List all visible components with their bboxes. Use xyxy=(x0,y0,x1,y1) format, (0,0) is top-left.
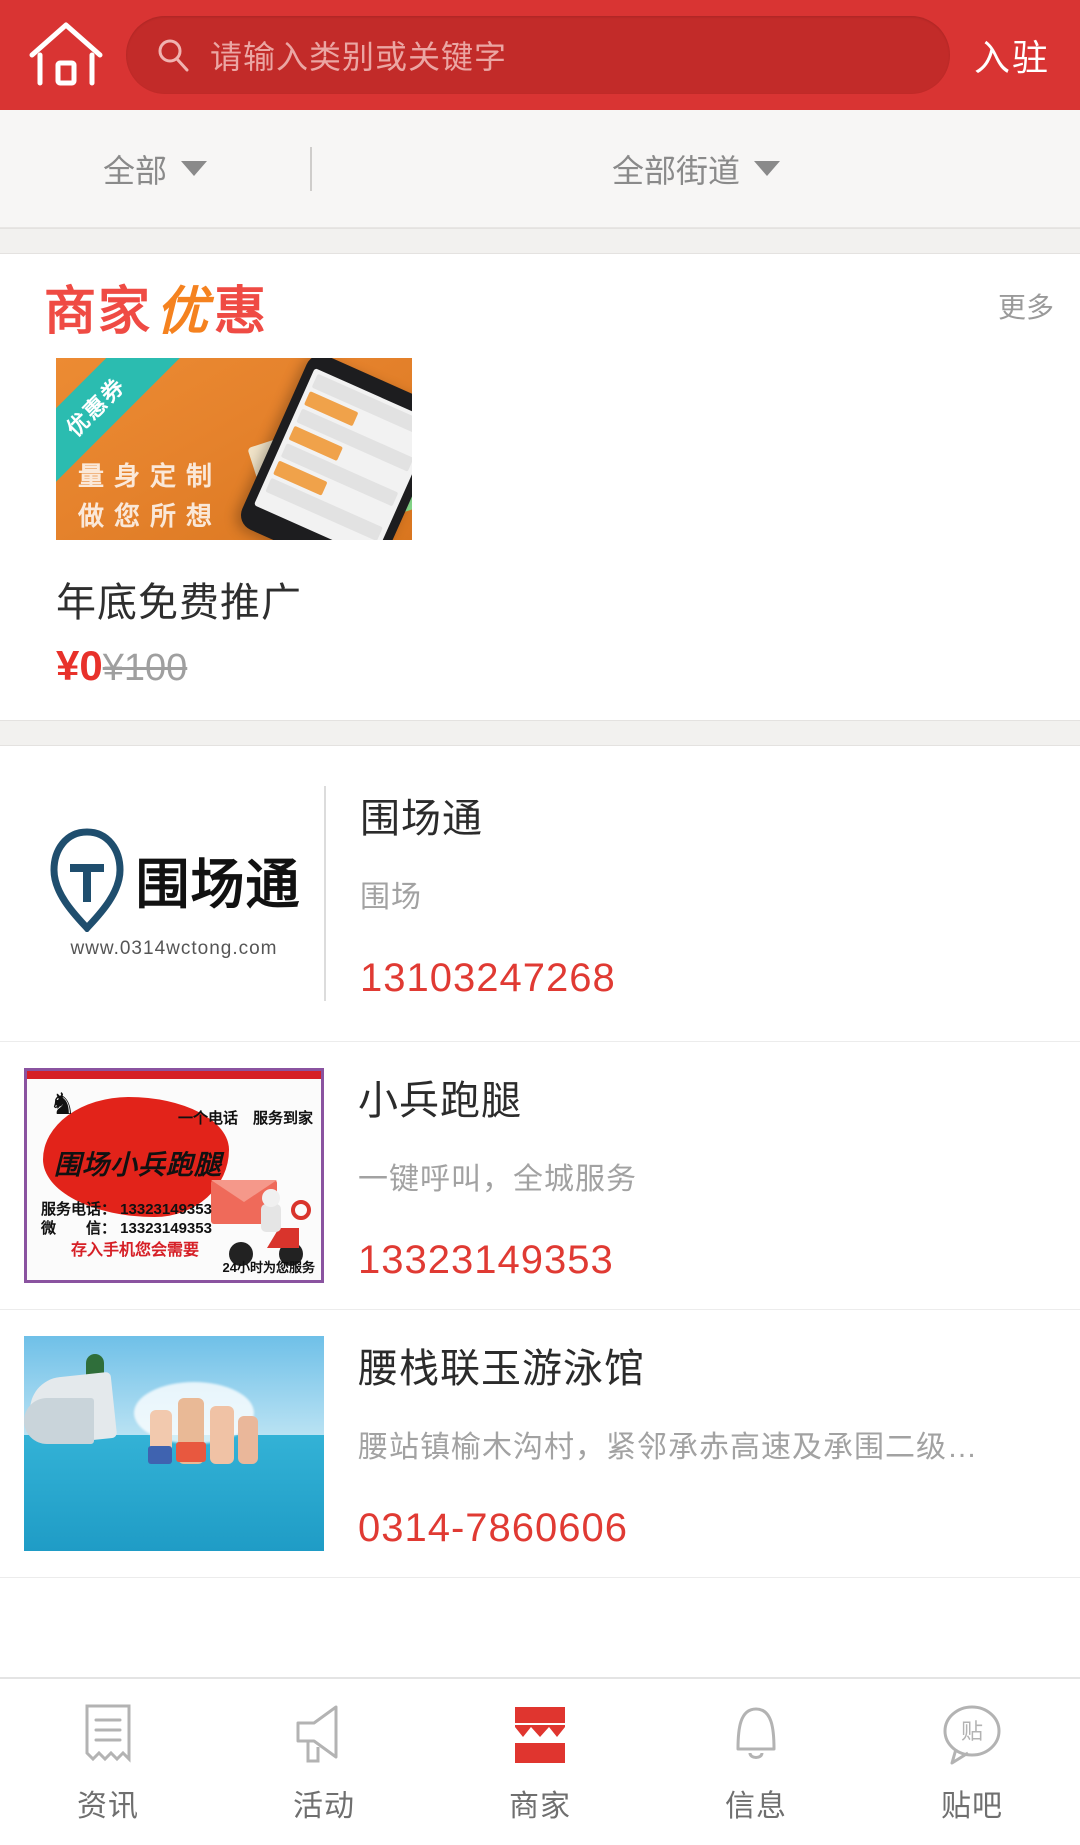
svg-text:贴: 贴 xyxy=(961,1720,983,1745)
promo-price-row: ¥0 ¥100 xyxy=(56,628,1080,690)
promo-image-text-1: 量身定制 xyxy=(78,461,223,491)
promo-section: 商家优惠 更多 优惠券 量身定制 做您所想 年底免费推广 ¥0 ¥100 xyxy=(0,254,1080,720)
search-placeholder: 请输入类别或关键字 xyxy=(210,39,508,75)
nav-item-news[interactable]: 资讯 xyxy=(0,1699,216,1825)
promo-price-current: ¥0 xyxy=(56,642,103,689)
nav-item-message[interactable]: 信息 xyxy=(648,1699,864,1825)
merchant-phone[interactable]: 13103247268 xyxy=(360,916,1060,1001)
merchant-description: 腰站镇榆木沟村，紧邻承赤高速及承围二级… xyxy=(358,1431,978,1464)
shop-icon xyxy=(511,1699,569,1767)
card-line-1: 服务电话： 13323149353 xyxy=(41,1201,212,1218)
join-merchant-button[interactable]: 入驻 xyxy=(968,29,1056,81)
merchant-info: 腰栈联玉游泳馆 腰站镇榆木沟村，紧邻承赤高速及承围二级… 0314-786060… xyxy=(324,1336,1060,1551)
merchant-logo xyxy=(24,1336,324,1551)
card-tagline: 一个电话 服务到家 xyxy=(177,1110,313,1127)
merchant-phone[interactable]: 13323149353 xyxy=(358,1198,1060,1283)
nav-item-forum[interactable]: 贴 贴吧 xyxy=(864,1699,1080,1825)
bell-icon xyxy=(728,1699,784,1767)
map-pin-t-icon xyxy=(49,827,124,932)
card-bottom-text: 24小时为您服务 xyxy=(222,1260,315,1275)
horse-icon: ♞ xyxy=(49,1088,76,1121)
promo-logo: 商家优惠 xyxy=(44,269,268,344)
merchant-name: 腰栈联玉游泳馆 xyxy=(358,1347,645,1391)
nav-item-merchant[interactable]: 商家 xyxy=(432,1699,648,1825)
promo-title: 年底免费推广 xyxy=(56,581,302,625)
filter-street-dropdown[interactable]: 全部街道 xyxy=(312,146,1080,192)
news-document-icon xyxy=(79,1699,137,1767)
merchant-list-item[interactable]: 腰栈联玉游泳馆 腰站镇榆木沟村，紧邻承赤高速及承围二级… 0314-786060… xyxy=(0,1310,1080,1578)
speech-bubble-tie-icon: 贴 xyxy=(940,1699,1004,1767)
swimming-pool-photo xyxy=(24,1336,324,1551)
promo-thumbnail-image[interactable]: 优惠券 量身定制 做您所想 xyxy=(56,358,412,540)
merchant-info: 围场通 围场 13103247268 xyxy=(324,786,1060,1001)
promo-header: 商家优惠 更多 xyxy=(0,254,1080,358)
filter-bar: 全部 全部街道 xyxy=(0,110,1080,228)
scroll-content[interactable]: 商家优惠 更多 优惠券 量身定制 做您所想 年底免费推广 ¥0 ¥100 围场通… xyxy=(0,254,1080,1845)
chevron-down-icon xyxy=(754,161,780,176)
chevron-down-icon xyxy=(181,161,207,176)
coupon-ribbon-label: 优惠券 xyxy=(61,372,131,442)
merchant-phone[interactable]: 0314-7860606 xyxy=(358,1466,1060,1551)
card-blob-text: 围场小兵跑腿 xyxy=(54,1150,222,1180)
nav-label-message: 信息 xyxy=(725,1790,787,1823)
app-header: 请输入类别或关键字 入驻 xyxy=(0,0,1080,110)
merchant-logo: 围场通 www.0314wctong.com xyxy=(24,786,324,1001)
wctong-logo-text: 围场通 xyxy=(135,855,301,915)
filter-category-label: 全部 xyxy=(102,152,167,189)
megaphone-icon xyxy=(292,1699,356,1767)
wctong-logo-url: www.0314wctong.com xyxy=(70,937,278,959)
card-contact-lines: 服务电话： 13323149353 微 信： 13323149353 xyxy=(41,1200,212,1238)
nav-label-merchant: 商家 xyxy=(509,1790,571,1823)
promo-logo-part2: 优 xyxy=(156,282,211,341)
search-icon xyxy=(156,38,190,72)
section-gap-band-2 xyxy=(0,720,1080,746)
merchant-name: 小兵跑腿 xyxy=(358,1079,522,1123)
merchant-list-item[interactable]: ♞ 围场小兵跑腿 一个电话 服务到家 服务电话： 13323149353 微 信… xyxy=(0,1042,1080,1310)
merchant-info: 小兵跑腿 一键呼叫，全城服务 13323149353 xyxy=(324,1068,1060,1283)
nav-label-activity: 活动 xyxy=(293,1790,355,1823)
nav-label-news: 资讯 xyxy=(77,1790,139,1823)
merchant-logo: ♞ 围场小兵跑腿 一个电话 服务到家 服务电话： 13323149353 微 信… xyxy=(24,1068,324,1283)
filter-category-dropdown[interactable]: 全部 xyxy=(0,146,310,192)
filter-street-label: 全部街道 xyxy=(611,152,740,189)
card-red-line: 存入手机您会需要 xyxy=(71,1242,200,1259)
home-icon[interactable] xyxy=(24,19,108,91)
merchant-description: 一键呼叫，全城服务 xyxy=(358,1163,637,1196)
promo-card[interactable]: 优惠券 量身定制 做您所想 年底免费推广 ¥0 ¥100 xyxy=(0,358,1080,690)
promo-logo-part3: 惠 xyxy=(214,282,269,341)
search-input[interactable]: 请输入类别或关键字 xyxy=(126,16,950,94)
merchant-description: 围场 xyxy=(360,881,422,914)
xiaobing-business-card: ♞ 围场小兵跑腿 一个电话 服务到家 服务电话： 13323149353 微 信… xyxy=(24,1068,324,1283)
merchant-list-item[interactable]: 围场通 www.0314wctong.com 围场通 围场 1310324726… xyxy=(0,746,1080,1042)
promo-price-original: ¥100 xyxy=(102,647,188,689)
promo-image-text-2: 做您所想 xyxy=(78,501,223,531)
section-gap-band xyxy=(0,228,1080,254)
promo-more-link[interactable]: 更多 xyxy=(998,286,1054,326)
bottom-navigation-bar: 资讯 活动 商家 信息 贴 贴吧 xyxy=(0,1677,1080,1845)
promo-logo-part1: 商家 xyxy=(44,282,153,341)
nav-item-activity[interactable]: 活动 xyxy=(216,1699,432,1825)
nav-label-forum: 贴吧 xyxy=(941,1790,1003,1823)
app-root: 请输入类别或关键字 入驻 全部 全部街道 商家优惠 更多 优惠券 量身定制 做您… xyxy=(0,0,1080,1845)
wctong-logo: 围场通 www.0314wctong.com xyxy=(48,827,301,960)
merchant-name: 围场通 xyxy=(360,797,483,841)
